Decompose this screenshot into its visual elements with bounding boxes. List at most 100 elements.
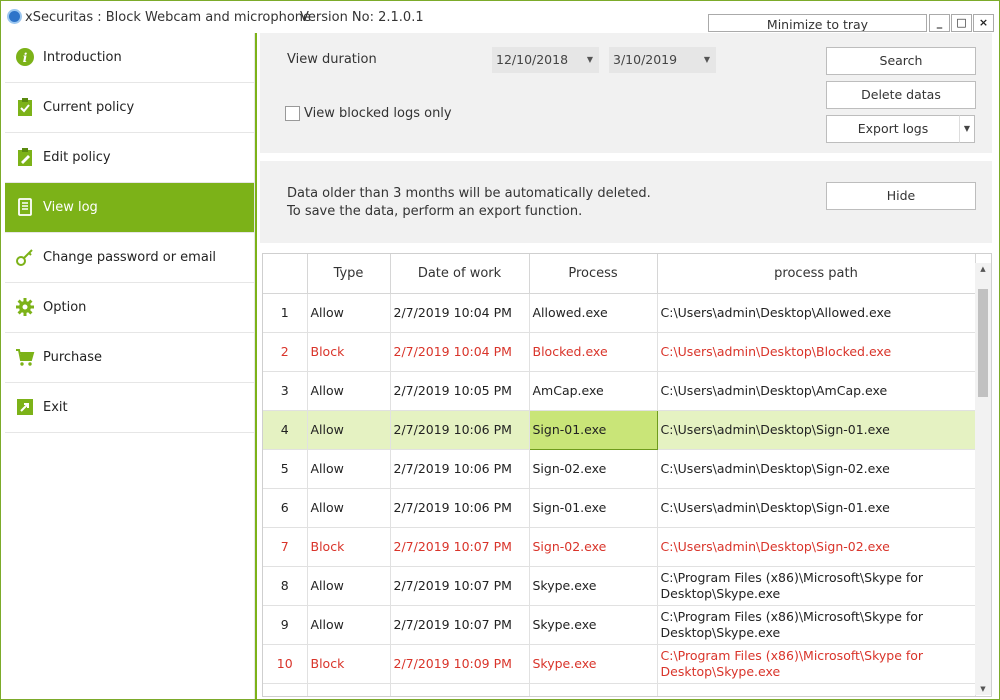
minimize-to-tray-button[interactable]: Minimize to tray	[708, 14, 927, 32]
cell-date[interactable]: 2/7/2019 10:06 PM	[390, 449, 530, 489]
column-header-process[interactable]: Process	[529, 254, 658, 294]
maximize-button[interactable]: □	[951, 14, 972, 32]
cell-num[interactable]: 6	[263, 488, 308, 528]
cell-type[interactable]: Allow	[307, 410, 391, 450]
cell-type[interactable]: Allow	[307, 566, 391, 606]
sidebar-item-introduction[interactable]: i Introduction	[5, 33, 254, 83]
date-to-select[interactable]: 3/10/2019 ▼	[609, 47, 716, 73]
scrollbar-thumb[interactable]	[978, 289, 988, 397]
table-row[interactable]: C:\Program Files (x86)\Microsoft\Skype f…	[263, 683, 976, 696]
cell-process[interactable]: Sign-02.exe	[529, 527, 658, 567]
cell-num[interactable]: 1	[263, 293, 308, 333]
date-from-select[interactable]: 12/10/2018 ▼	[492, 47, 599, 73]
cell-num[interactable]: 9	[263, 605, 308, 645]
sidebar-item-view-log[interactable]: View log	[5, 183, 254, 233]
cell-type[interactable]: Allow	[307, 371, 391, 411]
scroll-up-icon[interactable]: ▲	[975, 263, 991, 275]
hide-button[interactable]: Hide	[826, 182, 976, 210]
cell-date[interactable]: 2/7/2019 10:04 PM	[390, 293, 530, 333]
cell-process[interactable]: Blocked.exe	[529, 332, 658, 372]
cell-num[interactable]: 5	[263, 449, 308, 489]
table-row[interactable]: 3 Allow 2/7/2019 10:05 PM AmCap.exe C:\Users…	[263, 371, 976, 411]
cell-date[interactable]: 2/7/2019 10:06 PM	[390, 488, 530, 528]
cell-date[interactable]: 2/7/2019 10:09 PM	[390, 644, 530, 684]
blocked-only-checkbox[interactable]	[285, 106, 300, 121]
cell-process[interactable]: Skype.exe	[529, 644, 658, 684]
sidebar-item-change-password[interactable]: Change password or email	[5, 233, 254, 283]
cell-type[interactable]: Block	[307, 644, 391, 684]
column-header-path[interactable]: process path	[657, 254, 976, 294]
cell-path[interactable]: C:\Users\admin\Desktop\Sign-01.exe	[657, 488, 976, 528]
blocked-only-label[interactable]: View blocked logs only	[304, 106, 452, 121]
cell-num[interactable]: 10	[263, 644, 308, 684]
cell-type[interactable]	[307, 683, 391, 696]
cell-type[interactable]: Allow	[307, 293, 391, 333]
minimize-button[interactable]: _	[929, 14, 950, 32]
sidebar-item-label: Current policy	[43, 100, 135, 115]
cell-process[interactable]: Sign-02.exe	[529, 449, 658, 489]
cell-type[interactable]: Block	[307, 527, 391, 567]
close-button[interactable]: ×	[973, 14, 994, 32]
cell-date[interactable]: 2/7/2019 10:07 PM	[390, 605, 530, 645]
cell-path[interactable]: C:\Users\admin\Desktop\AmCap.exe	[657, 371, 976, 411]
vertical-scrollbar[interactable]: ▲ ▼	[975, 263, 991, 695]
cell-type[interactable]: Allow	[307, 449, 391, 489]
sidebar-item-purchase[interactable]: Purchase	[5, 333, 254, 383]
cell-date[interactable]	[390, 683, 530, 696]
cell-path[interactable]: C:\Users\admin\Desktop\Blocked.exe	[657, 332, 976, 372]
cell-process[interactable]: Sign-01.exe	[529, 488, 658, 528]
table-row[interactable]: 6 Allow 2/7/2019 10:06 PM Sign-01.exe C:\Use…	[263, 488, 976, 528]
export-logs-button[interactable]: Export logs	[826, 115, 960, 143]
cell-path[interactable]: C:\Users\admin\Desktop\Sign-02.exe	[657, 449, 976, 489]
cell-type[interactable]: Block	[307, 332, 391, 372]
export-dropdown-button[interactable]: ▼	[959, 115, 975, 143]
svg-text:i: i	[23, 51, 28, 65]
cell-process[interactable]: Sign-01.exe	[528, 409, 658, 450]
search-button[interactable]: Search	[826, 47, 976, 75]
cell-date[interactable]: 2/7/2019 10:05 PM	[390, 371, 530, 411]
cell-date[interactable]: 2/7/2019 10:04 PM	[390, 332, 530, 372]
delete-datas-button[interactable]: Delete datas	[826, 81, 976, 109]
cell-date[interactable]: 2/7/2019 10:06 PM	[390, 410, 530, 450]
cell-path[interactable]: C:\Users\admin\Desktop\Allowed.exe	[657, 293, 976, 333]
cell-path[interactable]: C:\Program Files (x86)\Microsoft\Skype f…	[657, 566, 976, 606]
table-row[interactable]: 8 Allow 2/7/2019 10:07 PM Skype.exe C:\Progr…	[263, 566, 976, 606]
sidebar-item-exit[interactable]: Exit	[5, 383, 254, 433]
cell-num[interactable]: 4	[263, 410, 308, 450]
table-row[interactable]: 2 Block 2/7/2019 10:04 PM Blocked.exe C:\Use…	[263, 332, 976, 372]
table-row[interactable]: 4 Allow 2/7/2019 10:06 PM Sign-01.exe C:\Use…	[263, 409, 976, 450]
cell-type[interactable]: Allow	[307, 488, 391, 528]
cell-type[interactable]: Allow	[307, 605, 391, 645]
cell-process[interactable]	[529, 683, 658, 696]
cell-num[interactable]: 3	[263, 371, 308, 411]
cell-num[interactable]	[263, 683, 308, 696]
cell-num[interactable]: 7	[263, 527, 308, 567]
table-row[interactable]: 1 Allow 2/7/2019 10:04 PM Allowed.exe C:\Use…	[263, 293, 976, 333]
column-header-date[interactable]: Date of work	[390, 254, 530, 294]
cell-process[interactable]: Skype.exe	[529, 566, 658, 606]
sidebar-item-option[interactable]: Option	[5, 283, 254, 333]
cell-process[interactable]: Allowed.exe	[529, 293, 658, 333]
cell-process[interactable]: Skype.exe	[529, 605, 658, 645]
table-row[interactable]: 5 Allow 2/7/2019 10:06 PM Sign-02.exe C:\Use…	[263, 449, 976, 489]
cell-path[interactable]: C:\Users\admin\Desktop\Sign-02.exe	[657, 527, 976, 567]
cell-path[interactable]: C:\Program Files (x86)\Microsoft\Skype f…	[657, 605, 976, 645]
table-row[interactable]: 9 Allow 2/7/2019 10:07 PM Skype.exe C:\Progr…	[263, 605, 976, 645]
cell-num[interactable]: 2	[263, 332, 308, 372]
clipboard-edit-icon	[18, 148, 32, 166]
cell-num[interactable]: 8	[263, 566, 308, 606]
cell-path[interactable]: C:\Users\admin\Desktop\Sign-01.exe	[657, 410, 976, 450]
column-header-num[interactable]	[263, 254, 308, 294]
table-row[interactable]: 10 Block 2/7/2019 10:09 PM Skype.exe C:\Prog…	[263, 644, 976, 684]
sidebar-item-current-policy[interactable]: Current policy	[5, 83, 254, 133]
column-header-type[interactable]: Type	[307, 254, 391, 294]
cell-path[interactable]: C:\Program Files (x86)\Microsoft\Skype f…	[657, 644, 976, 684]
cell-date[interactable]: 2/7/2019 10:07 PM	[390, 527, 530, 567]
table-row[interactable]: 7 Block 2/7/2019 10:07 PM Sign-02.exe C:\Use…	[263, 527, 976, 567]
sidebar-item-label: Exit	[43, 400, 68, 415]
sidebar-item-edit-policy[interactable]: Edit policy	[5, 133, 254, 183]
cell-process[interactable]: AmCap.exe	[529, 371, 658, 411]
cell-path[interactable]: C:\Program Files (x86)\Microsoft\Skype f…	[657, 683, 976, 696]
cell-date[interactable]: 2/7/2019 10:07 PM	[390, 566, 530, 606]
scroll-down-icon[interactable]: ▼	[975, 683, 991, 695]
